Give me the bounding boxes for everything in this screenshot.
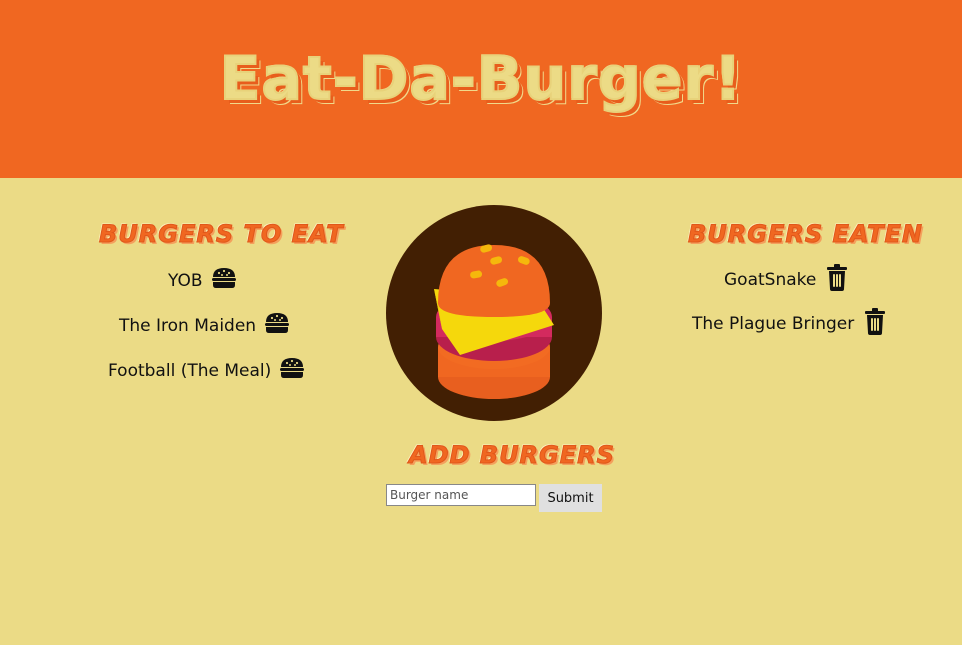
burger-name: Football (The Meal): [108, 360, 272, 381]
list-item: GoatSnake: [724, 264, 848, 296]
burger-icon[interactable]: [279, 357, 305, 384]
burger-icon[interactable]: [211, 267, 237, 294]
burger-name: The Plague Bringer: [692, 314, 855, 334]
add-burger-form: Submit: [386, 484, 602, 512]
burgers-to-eat-heading: Burgers To Eat: [99, 220, 344, 249]
burger-icon[interactable]: [264, 312, 290, 339]
trash-icon[interactable]: [864, 308, 886, 340]
trash-icon[interactable]: [826, 264, 848, 296]
site-header: Eat-Da-Burger!: [0, 0, 962, 178]
burgers-eaten-heading: Burgers Eaten: [688, 220, 923, 249]
burger-name: GoatSnake: [724, 270, 817, 290]
submit-button[interactable]: Submit: [539, 484, 602, 512]
list-item: The Iron Maiden: [119, 312, 290, 339]
burger-name: YOB: [168, 270, 203, 291]
list-item: YOB: [168, 267, 237, 294]
site-title: Eat-Da-Burger!: [219, 43, 743, 115]
burger-name: The Iron Maiden: [119, 315, 257, 336]
burger-name-input[interactable]: [386, 484, 536, 506]
list-item: The Plague Bringer: [692, 308, 886, 340]
burger-graphic: [434, 244, 554, 399]
burger-illustration: [386, 205, 602, 421]
list-item: Football (The Meal): [108, 357, 305, 384]
add-burgers-heading: Add Burgers: [409, 441, 615, 470]
